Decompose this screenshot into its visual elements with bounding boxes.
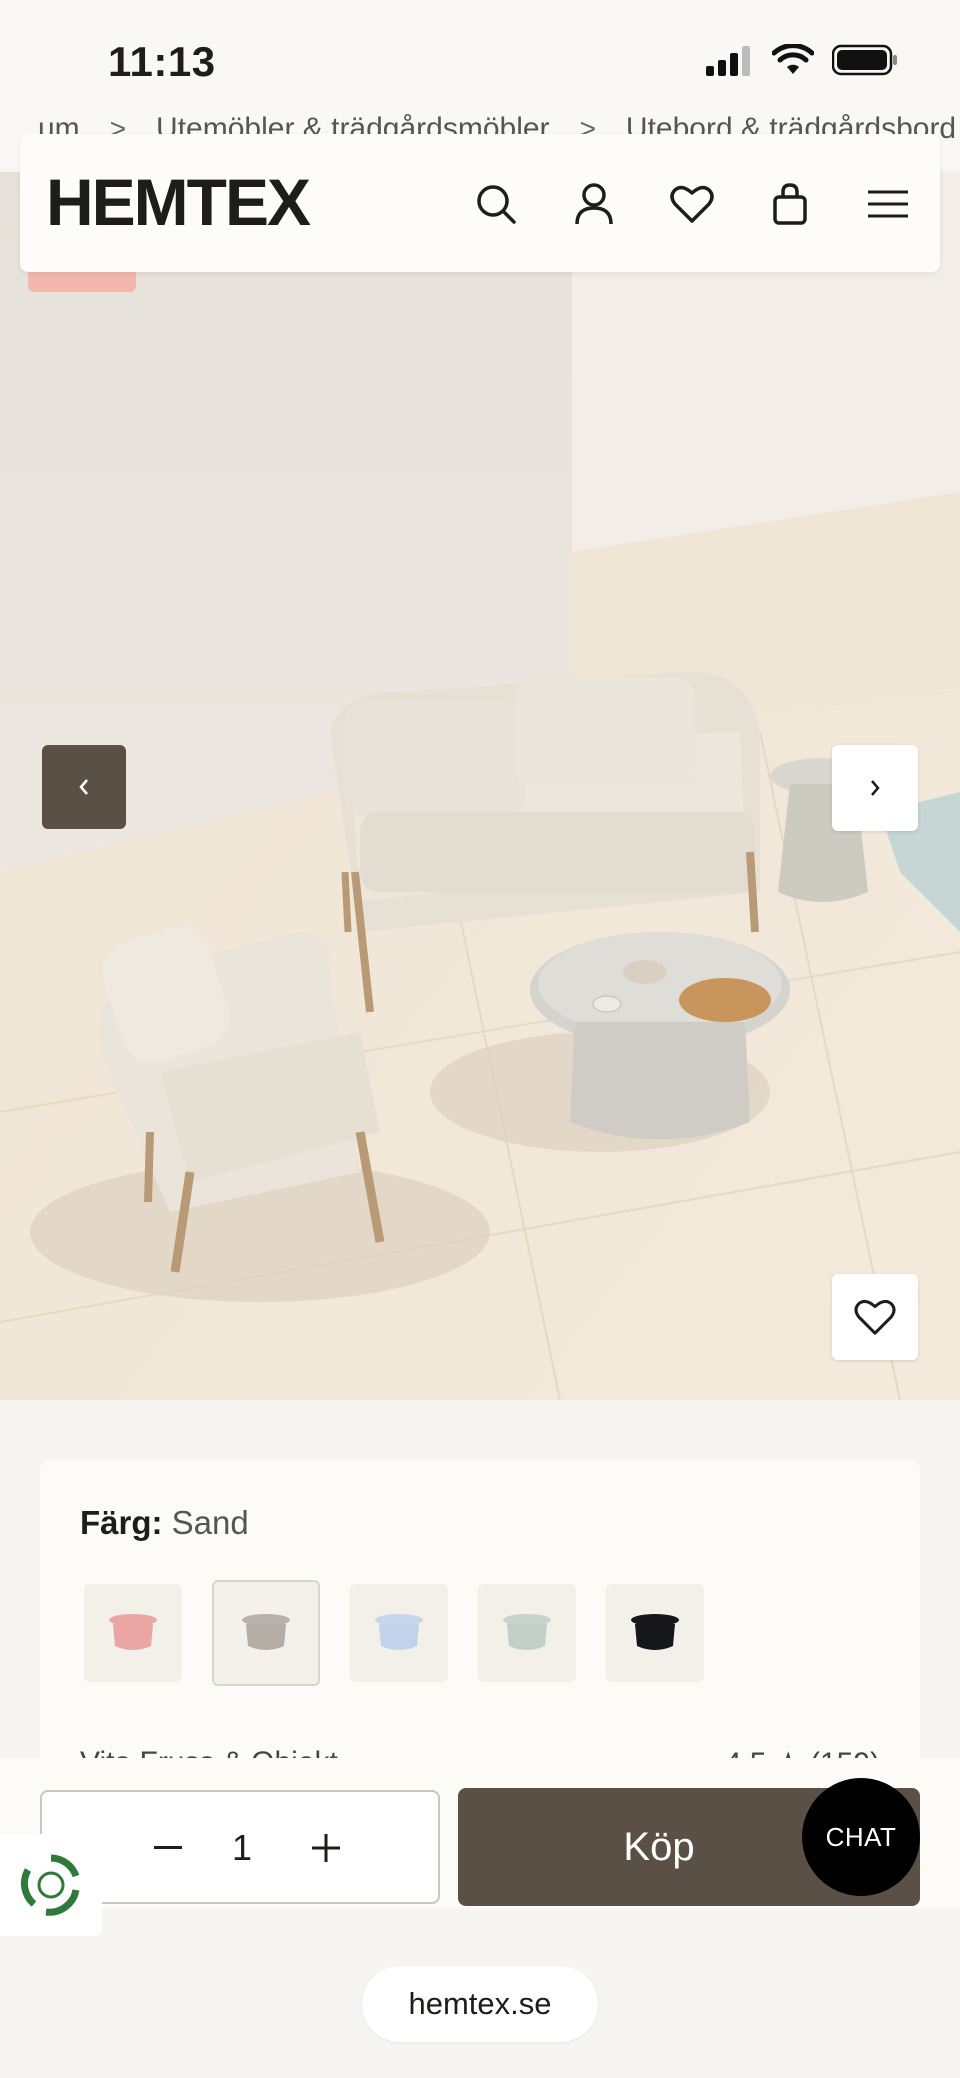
color-label: Färg: Sand [80, 1504, 249, 1542]
status-bar: 11:13 [0, 0, 960, 120]
battery-icon [832, 44, 897, 76]
status-time: 11:13 [108, 38, 216, 85]
color-selector: Färg: Sand [40, 1460, 920, 1800]
swatch-list [84, 1580, 704, 1686]
table-thumbnail [503, 1614, 551, 1650]
menu-button[interactable] [862, 178, 914, 230]
account-button[interactable] [568, 178, 620, 230]
chevron-right-icon [871, 780, 880, 796]
chevron-left-icon [79, 779, 88, 795]
quantity-value[interactable]: 1 [222, 1818, 262, 1878]
site-header: HEMTEX [20, 134, 940, 272]
swatch-light-blue[interactable] [350, 1584, 448, 1682]
product-photo [0, 172, 960, 1400]
increase-quantity-button[interactable] [296, 1818, 356, 1878]
minus-icon [154, 1846, 182, 1849]
menu-icon [868, 190, 908, 218]
color-label-title: Färg: [80, 1504, 163, 1541]
table-thumbnail [242, 1614, 290, 1650]
heart-icon [670, 185, 714, 223]
search-button[interactable] [470, 178, 522, 230]
plus-icon [312, 1834, 340, 1862]
buy-button-label: Köp [623, 1824, 695, 1869]
swatch-sage[interactable] [478, 1584, 576, 1682]
table-thumbnail [375, 1614, 423, 1650]
cart-button[interactable] [764, 178, 816, 230]
browser-url-bar[interactable]: hemtex.se [362, 1966, 598, 2042]
account-icon [575, 183, 613, 225]
chat-button[interactable]: CHAT [802, 1778, 920, 1896]
swatch-pink[interactable] [84, 1584, 182, 1682]
swatch-sand[interactable] [212, 1580, 320, 1686]
bag-icon [773, 183, 807, 225]
gallery-next-button[interactable] [832, 745, 918, 831]
sale-tag [28, 272, 136, 292]
table-thumbnail [631, 1614, 679, 1650]
signal-icon [706, 46, 750, 76]
status-icons [706, 44, 898, 76]
hemtex-logo[interactable]: HEMTEX [46, 164, 311, 240]
decrease-quantity-button[interactable] [138, 1818, 198, 1878]
add-to-wishlist-button[interactable] [832, 1274, 918, 1360]
search-icon [477, 185, 516, 224]
color-value: Sand [171, 1504, 249, 1541]
recycle-icon [20, 1854, 80, 1916]
table-thumbnail [109, 1614, 157, 1650]
product-image[interactable] [0, 172, 960, 1400]
gallery-prev-button[interactable] [42, 745, 126, 829]
heart-icon [854, 1299, 896, 1335]
wishlist-button[interactable] [666, 178, 718, 230]
wifi-icon [772, 44, 814, 74]
swatch-black[interactable] [606, 1584, 704, 1682]
eco-badge[interactable] [0, 1834, 102, 1936]
